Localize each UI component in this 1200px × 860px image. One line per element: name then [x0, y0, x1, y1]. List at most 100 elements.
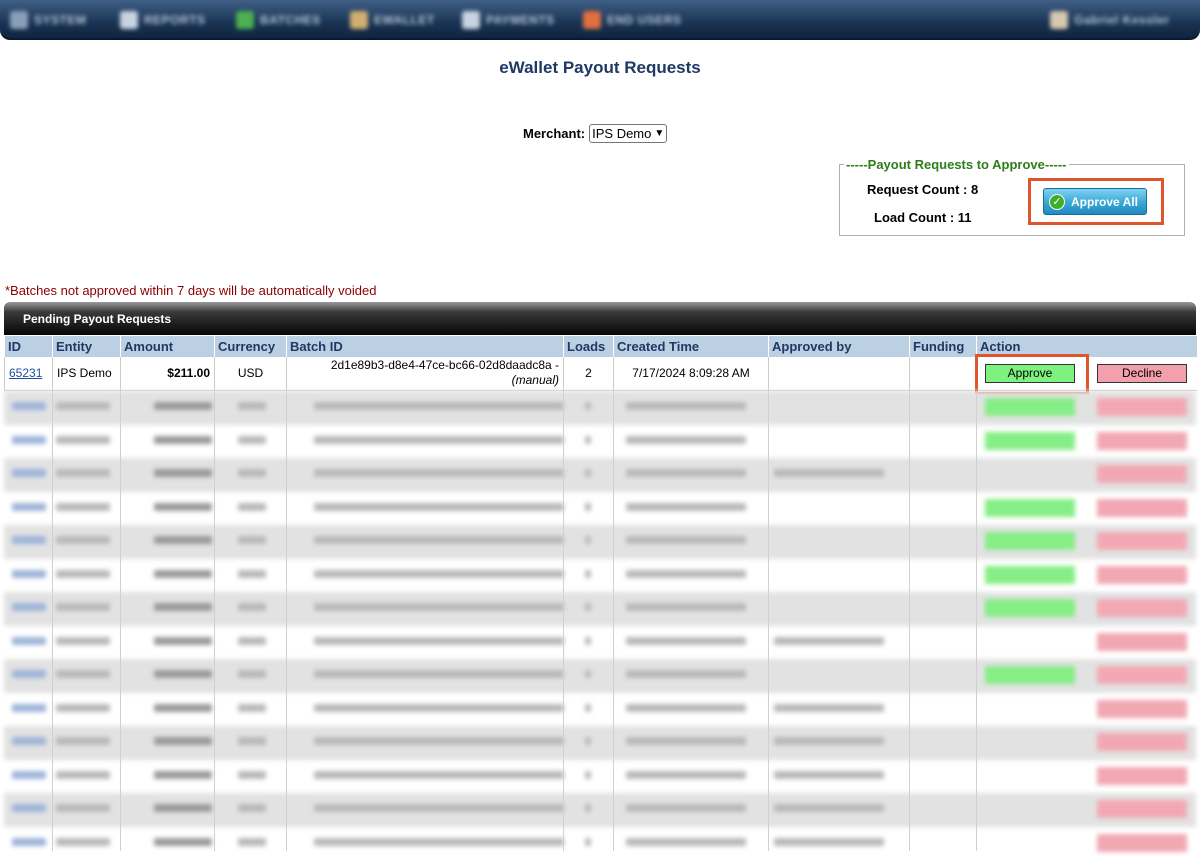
redacted-cell	[314, 804, 564, 812]
decline-button[interactable]	[1097, 666, 1187, 684]
nav-item-batches[interactable]: BATCHES	[236, 8, 321, 32]
col-header-entity[interactable]: Entity	[53, 336, 121, 357]
redacted-cell	[56, 603, 110, 611]
redacted-cell	[154, 704, 212, 712]
col-header-currency[interactable]: Currency	[215, 336, 287, 357]
redacted-cell	[154, 469, 212, 477]
approve-button[interactable]	[985, 666, 1075, 684]
redacted-cell	[314, 838, 564, 846]
approve-all-button[interactable]: ✓ Approve All	[1043, 188, 1147, 215]
redacted-approver	[774, 469, 884, 477]
approved-by-cell	[769, 357, 910, 390]
redacted-cell	[238, 402, 266, 410]
batch-note: (manual)	[291, 373, 559, 388]
decline-button[interactable]: Decline	[1097, 364, 1187, 383]
nav-item-ewallet[interactable]: EWALLET	[350, 8, 435, 32]
approve-button[interactable]	[985, 499, 1075, 517]
redacted-cell	[238, 704, 266, 712]
redacted-cell	[626, 402, 746, 410]
approve-button[interactable]	[985, 599, 1075, 617]
redacted-cell	[314, 436, 564, 444]
col-header-batch-id[interactable]: Batch ID	[287, 336, 564, 357]
redacted-cell	[585, 637, 591, 645]
nav-item-label: BATCHES	[260, 13, 321, 27]
col-header-created-time[interactable]: Created Time	[614, 336, 769, 357]
merchant-selected-value: IPS Demo	[592, 126, 651, 141]
redacted-cell	[154, 570, 212, 578]
redacted-cell	[585, 804, 591, 812]
page-title: eWallet Payout Requests	[0, 58, 1200, 78]
decline-button[interactable]	[1097, 633, 1187, 651]
redacted-cell	[238, 436, 266, 444]
nav-item-payments[interactable]: PAYMENTS	[462, 8, 555, 32]
redacted-cell	[154, 637, 212, 645]
redacted-approver	[774, 637, 884, 645]
decline-button[interactable]	[1097, 599, 1187, 617]
approve-button[interactable]	[985, 398, 1075, 416]
merchant-select[interactable]: IPS Demo ▼	[589, 124, 667, 143]
redacted-cell	[12, 804, 46, 812]
load-count: Load Count : 11	[874, 210, 972, 225]
redacted-cell	[238, 469, 266, 477]
nav-user-menu[interactable]: Gabriel Kessler	[1050, 8, 1170, 32]
decline-button[interactable]	[1097, 499, 1187, 517]
redacted-cell	[585, 469, 591, 477]
decline-button[interactable]	[1097, 398, 1187, 416]
redacted-cell	[626, 737, 746, 745]
redacted-cell	[154, 737, 212, 745]
approve-all-label: Approve All	[1071, 195, 1138, 209]
table-row	[4, 760, 1196, 794]
approve-button-highlight	[975, 354, 1089, 395]
decline-button[interactable]	[1097, 800, 1187, 818]
col-header-funding[interactable]: Funding	[910, 336, 977, 357]
redacted-cell	[238, 503, 266, 511]
redacted-cell	[314, 536, 564, 544]
decline-button[interactable]	[1097, 532, 1187, 550]
decline-button[interactable]	[1097, 733, 1187, 751]
redacted-cell	[12, 603, 46, 611]
decline-button[interactable]	[1097, 700, 1187, 718]
top-nav-bar: SYSTEM REPORTS BATCHES EWALLET PAYMENTS END U…	[0, 0, 1200, 40]
merchant-filter: Merchant: IPS Demo ▼	[523, 124, 667, 143]
redacted-cell	[12, 637, 46, 645]
col-header-approved-by[interactable]: Approved by	[769, 336, 910, 357]
merchant-label: Merchant:	[523, 126, 585, 141]
col-header-loads[interactable]: Loads	[564, 336, 614, 357]
nav-item-label: SYSTEM	[34, 13, 86, 27]
auto-void-warning: *Batches not approved within 7 days will…	[5, 283, 376, 298]
redacted-cell	[585, 771, 591, 779]
decline-button[interactable]	[1097, 767, 1187, 785]
col-header-amount[interactable]: Amount	[121, 336, 215, 357]
request-count: Request Count : 8	[867, 182, 978, 197]
nav-item-label: EWALLET	[374, 13, 435, 27]
nav-item-end-users[interactable]: END USERS	[583, 8, 682, 32]
request-id-link[interactable]: 65231	[9, 366, 42, 380]
redacted-cell	[56, 637, 110, 645]
approve-button[interactable]	[985, 432, 1075, 450]
table-row	[4, 626, 1196, 660]
col-header-id[interactable]: ID	[5, 336, 53, 357]
redacted-cell	[238, 804, 266, 812]
redacted-cell	[238, 670, 266, 678]
ewallet-icon	[350, 11, 368, 29]
redacted-cell	[12, 670, 46, 678]
nav-item-reports[interactable]: REPORTS	[120, 8, 206, 32]
redacted-cell	[585, 670, 591, 678]
redacted-cell	[238, 536, 266, 544]
decline-button[interactable]	[1097, 465, 1187, 483]
redacted-cell	[314, 637, 564, 645]
approve-button[interactable]	[985, 566, 1075, 584]
decline-button[interactable]	[1097, 432, 1187, 450]
approve-button[interactable]	[985, 532, 1075, 550]
decline-button[interactable]	[1097, 566, 1187, 584]
batch-id-value: 2d1e89b3-d8e4-47ce-bc66-02d8daadc8a -	[291, 358, 559, 373]
redacted-cell	[626, 436, 746, 444]
redacted-cell	[154, 771, 212, 779]
decline-button[interactable]	[1097, 834, 1187, 852]
redacted-cell	[154, 436, 212, 444]
redacted-cell	[56, 838, 110, 846]
nav-item-label: REPORTS	[144, 13, 206, 27]
batch-id-cell: 2d1e89b3-d8e4-47ce-bc66-02d8daadc8a - (m…	[287, 357, 564, 390]
redacted-cell	[626, 637, 746, 645]
nav-item-system[interactable]: SYSTEM	[10, 8, 86, 32]
